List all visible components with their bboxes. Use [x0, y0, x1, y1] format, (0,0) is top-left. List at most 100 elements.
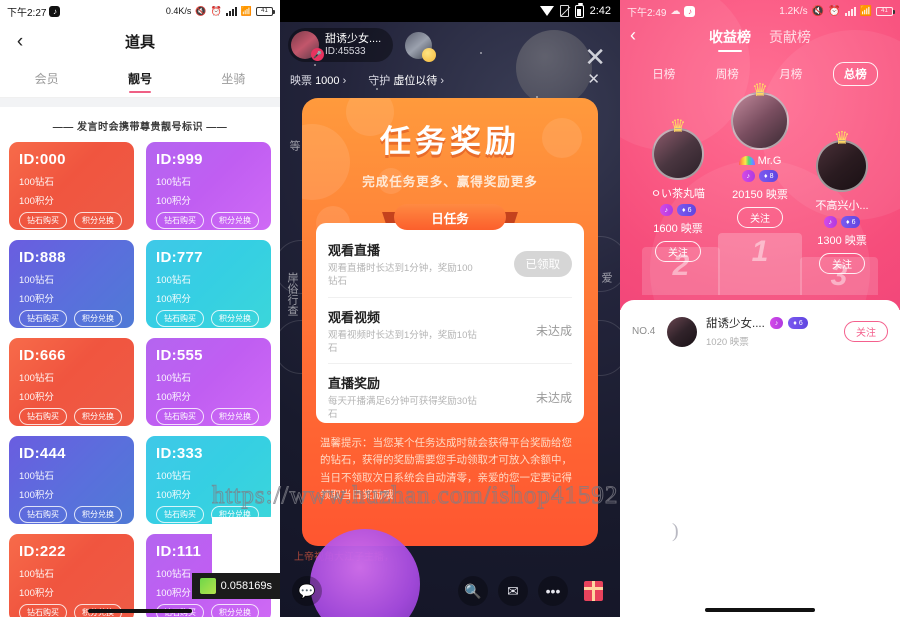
exchange-with-points-button[interactable]: 积分兑换: [74, 310, 122, 327]
podium-step-3: 3: [800, 257, 878, 295]
exchange-with-points-button[interactable]: 积分兑换: [74, 212, 122, 229]
network-speed: 1.2K/s: [779, 5, 808, 17]
follow-button[interactable]: 关注: [737, 207, 783, 228]
buy-with-diamonds-button[interactable]: 钻石购买: [19, 408, 67, 425]
id-card[interactable]: ID:888 100钻石 100积分 钻石购买 积分兑换: [9, 240, 134, 328]
podium-name: ㅇい茶丸喵: [650, 188, 706, 200]
mute-icon: 🔇: [811, 5, 825, 17]
tab-total-rank[interactable]: 总榜: [832, 62, 878, 86]
id-card-code: ID:999: [156, 151, 203, 168]
tab-daily-task[interactable]: 日任务: [394, 204, 506, 230]
id-card[interactable]: ID:444 100钻石 100积分 钻石购买 积分兑换: [9, 436, 134, 524]
podium: ♛ Mr.G ♪ ♦ 8 20150 映票 关注 ♛ ㅇい茶丸喵 ♪ ♦ 6 1…: [620, 81, 900, 295]
gift-icon[interactable]: [578, 576, 608, 606]
buy-with-diamonds-button[interactable]: 钻石购买: [19, 212, 67, 229]
id-card-diamonds: 100钻石: [19, 373, 54, 384]
task-info: 直播奖励 每天开播满足6分钟可获得奖励30钻石: [328, 373, 478, 422]
id-card[interactable]: ID:333 100钻石 100积分 钻石购买 积分兑换: [146, 436, 271, 524]
tab-monthly-rank[interactable]: 月榜: [769, 63, 812, 85]
buy-with-diamonds-button[interactable]: 钻石购买: [156, 506, 204, 523]
level-badge: ♦ 6: [841, 216, 861, 228]
host-info[interactable]: 🎤 甜诱少女.... ID:45533: [288, 28, 437, 62]
exchange-with-points-button[interactable]: 积分兑换: [74, 506, 122, 523]
rank-user-info: 甜诱少女.... ♪ ♦ 6 1020 映票: [706, 315, 835, 348]
status-bar-right: 0.4K/s 🔇 ⏰ 📶 41: [166, 5, 275, 17]
exchange-with-points-button[interactable]: 积分兑换: [211, 310, 259, 327]
buy-with-diamonds-button[interactable]: 钻石购买: [156, 310, 204, 327]
crown-icon: ♛: [751, 80, 769, 100]
guard-avatar[interactable]: [405, 31, 437, 62]
avatar[interactable]: [667, 316, 697, 347]
microphone-icon: 🎤: [311, 48, 324, 61]
id-card[interactable]: ID:999 100钻石 100积分 钻石购买 积分兑换: [146, 142, 271, 230]
id-card[interactable]: ID:666 100钻石 100积分 钻石购买 积分兑换: [9, 338, 134, 426]
podium-name-text: Mr.G: [757, 155, 782, 167]
close-room-button[interactable]: ✕: [584, 44, 606, 70]
guard-label: 守护: [368, 75, 391, 87]
close-modal-button[interactable]: ✕: [587, 72, 600, 87]
chat-icon[interactable]: 💬: [292, 576, 322, 606]
follow-button[interactable]: 关注: [844, 321, 888, 342]
mail-icon[interactable]: ✉: [498, 576, 528, 606]
sim-icon: [559, 5, 569, 17]
signal-icon: [225, 6, 237, 16]
status-time: 下午2:49: [627, 7, 667, 19]
buy-with-diamonds-button[interactable]: 钻石购买: [156, 408, 204, 425]
id-card[interactable]: ID:000 100钻石 100积分 钻石购买 积分兑换: [9, 142, 134, 230]
podium-step-2: 2: [642, 247, 720, 295]
task-name: 观看直播: [328, 243, 381, 258]
buy-with-diamonds-button[interactable]: 钻石购买: [19, 310, 67, 327]
id-card-diamonds: 100钻石: [19, 177, 54, 188]
buy-with-diamonds-button[interactable]: 钻石购买: [156, 212, 204, 229]
search-icon[interactable]: 🔍: [458, 576, 488, 606]
id-card[interactable]: ID:222 100钻石 100积分 钻石购买 积分兑换: [9, 534, 134, 617]
id-card-actions: 钻石购买 积分兑换: [156, 212, 261, 229]
id-card-actions: 钻石购买 积分兑换: [19, 310, 124, 327]
ticket-info[interactable]: 映票 1000 ›: [290, 72, 346, 88]
guard-info[interactable]: 守护 虚位以待 ›: [368, 72, 444, 88]
cloud-icon: ☁: [670, 5, 681, 17]
tab-contribution-rank[interactable]: 贡献榜: [769, 27, 811, 51]
podium-base: 2 1 3: [620, 231, 900, 295]
pk-badge: ♪: [741, 170, 755, 182]
exchange-with-points-button[interactable]: 积分兑换: [211, 604, 259, 617]
host-avatar[interactable]: 🎤: [291, 31, 324, 61]
table-row[interactable]: NO.4 甜诱少女.... ♪ ♦ 6 1020 映票 关注: [620, 306, 900, 357]
task-reward-modal: 任务奖励 完成任务更多、赢得奖励更多 日任务 观看直播 观看直播时长达到1分钟，…: [302, 98, 598, 546]
guard-badge-icon: [422, 47, 437, 62]
task-action-button[interactable]: 已领取: [513, 251, 572, 278]
status-time: 下午2:27: [7, 7, 47, 19]
more-icon[interactable]: •••: [538, 576, 568, 606]
id-card[interactable]: ID:777 100钻石 100积分 钻石购买 积分兑换: [146, 240, 271, 328]
id-card-code: ID:888: [19, 249, 66, 266]
podium-rank-1[interactable]: ♛ Mr.G ♪ ♦ 8 20150 映票 关注: [716, 81, 804, 228]
tab-beautiful-id[interactable]: 靓号: [93, 60, 186, 97]
id-card-points: 100积分: [156, 490, 191, 501]
buy-with-diamonds-button[interactable]: 钻石购买: [19, 506, 67, 523]
tab-weekly-rank[interactable]: 周榜: [706, 63, 749, 85]
status-bar-left: 下午2:27 ♪: [7, 4, 61, 19]
buy-with-diamonds-button[interactable]: 钻石购买: [19, 604, 67, 617]
exchange-with-points-button[interactable]: 积分兑换: [74, 408, 122, 425]
id-card-points: 100积分: [19, 588, 54, 599]
host-pill[interactable]: 🎤 甜诱少女.... ID:45533: [288, 28, 394, 62]
rank-user-score: 1020 映票: [706, 337, 749, 348]
app-badge-icon: ♪: [49, 5, 61, 17]
gift-box-shape: [583, 581, 603, 601]
tab-mount[interactable]: 坐骑: [187, 60, 280, 97]
back-button[interactable]: ‹: [630, 26, 636, 44]
avatar[interactable]: [731, 92, 789, 150]
exchange-with-points-button[interactable]: 积分兑换: [211, 212, 259, 229]
id-card-points: 100积分: [19, 392, 54, 403]
ticket-value: 1000: [315, 75, 340, 87]
id-card-code: ID:777: [156, 249, 203, 266]
battery-icon: 41: [256, 6, 275, 16]
panel-live-room: 2:42 🎤 甜诱少女.... ID:45533 映票 1000 › 守护 虚位…: [280, 0, 620, 617]
tab-member[interactable]: 会员: [0, 60, 93, 97]
tab-daily-rank[interactable]: 日榜: [642, 63, 685, 85]
wifi-icon: 📶: [240, 5, 252, 16]
id-card[interactable]: ID:555 100钻石 100积分 钻石购买 积分兑换: [146, 338, 271, 426]
tab-earnings-rank[interactable]: 收益榜: [709, 27, 751, 51]
exchange-with-points-button[interactable]: 积分兑换: [211, 408, 259, 425]
podium-score: 20150 映票: [732, 189, 788, 201]
